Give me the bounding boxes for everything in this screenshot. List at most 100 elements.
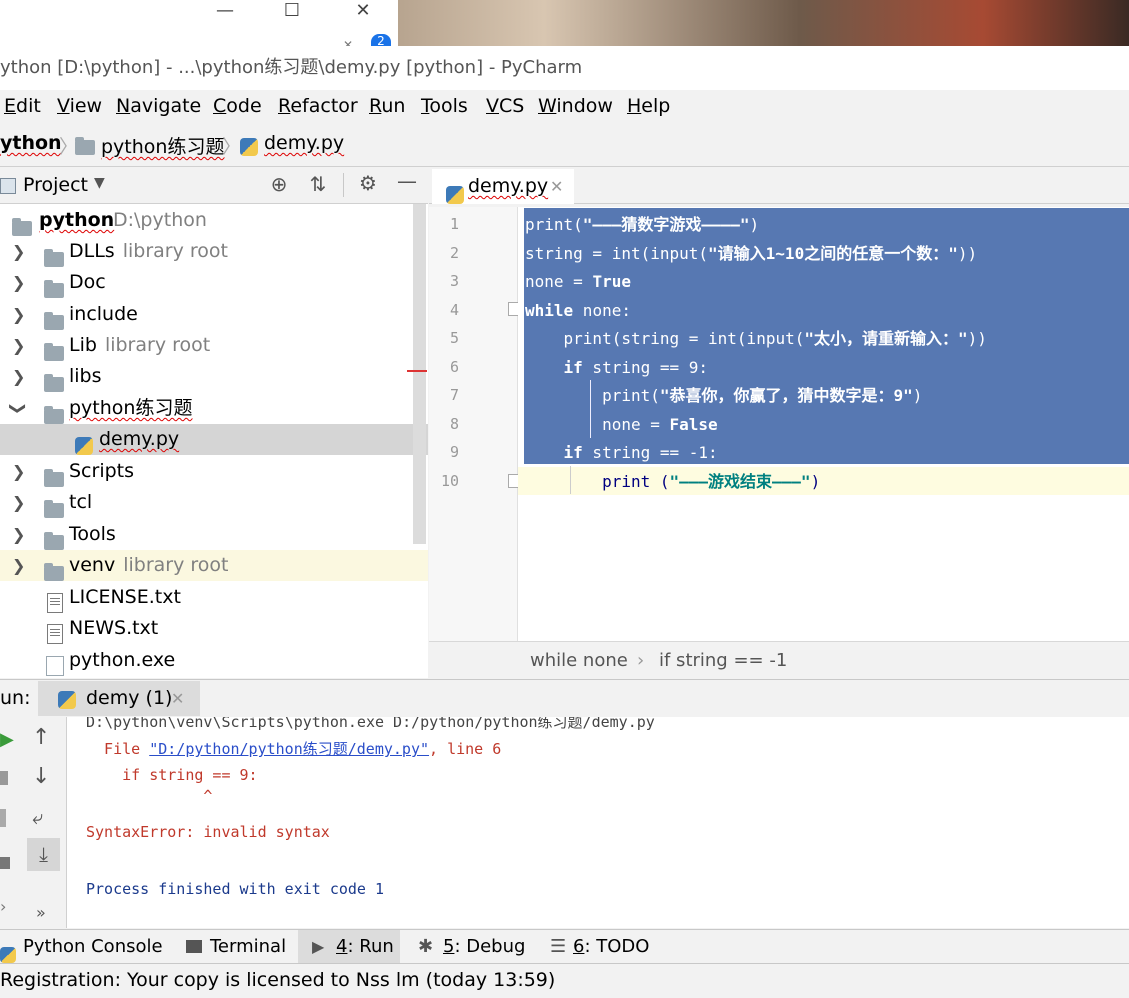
traceback-file-link[interactable]: "D:/python/python练习题/demy.py": [149, 740, 429, 758]
line-number: 4: [449, 301, 459, 319]
code-line: while none:: [525, 301, 631, 320]
menu-vcs[interactable]: VCS: [486, 95, 524, 117]
tree-item-tcl[interactable]: ❯ tcl: [0, 487, 414, 518]
editor-gutter: 1 2 3 4 5 6 7 8 9 10: [429, 207, 522, 641]
chevron-right-icon[interactable]: ❯: [12, 487, 25, 518]
minimize-icon[interactable]: —: [205, 0, 245, 21]
tree-item-label: libs: [69, 365, 102, 387]
hide-icon[interactable]: —: [392, 169, 422, 193]
tree-root[interactable]: python D:\python: [0, 205, 414, 236]
menu-help[interactable]: Help: [627, 95, 670, 117]
chevron-down-icon[interactable]: ❯: [3, 402, 34, 415]
divider: [343, 173, 344, 197]
nav-project[interactable]: ython: [0, 132, 62, 154]
tree-item-label: tcl: [69, 491, 93, 513]
close-icon[interactable]: ✕: [343, 0, 383, 21]
tree-item-libs[interactable]: ❯ libs: [0, 361, 414, 392]
maximize-icon[interactable]: ☐: [272, 0, 312, 21]
pin-icon[interactable]: ›: [0, 897, 6, 916]
indent-guide: [590, 380, 591, 438]
executable-file-icon: [46, 650, 64, 678]
editor-tab-demy[interactable]: demy.py ✕: [432, 169, 574, 204]
more-icon[interactable]: »: [36, 903, 46, 922]
project-scrollbar[interactable]: [413, 204, 426, 544]
output-caret: ^: [86, 787, 213, 805]
line-number: 2: [449, 244, 459, 262]
tree-item-tools[interactable]: ❯ Tools: [0, 519, 414, 550]
navigation-bar: ython 〉 python练习题 〉 demy.py: [0, 124, 1129, 167]
tree-item-python-exercises[interactable]: ❯ python练习题: [0, 393, 414, 424]
code-line: none = False: [525, 415, 718, 434]
chevron-down-icon[interactable]: ▼: [94, 175, 105, 191]
rerun-icon[interactable]: ▶: [0, 729, 14, 750]
stop-icon[interactable]: [0, 771, 8, 785]
tab-number: 5: [443, 936, 455, 957]
breadcrumb-item[interactable]: if string == -1: [659, 642, 787, 680]
line-number: 7: [449, 386, 459, 404]
tree-item-label: Tools: [69, 523, 116, 545]
chevron-right-icon[interactable]: ❯: [12, 267, 25, 298]
chevron-right-icon[interactable]: ❯: [12, 519, 25, 550]
project-view-selector[interactable]: Project: [23, 174, 88, 196]
menu-edit[interactable]: Edit: [4, 95, 41, 117]
tree-item-license[interactable]: LICENSE.txt: [0, 582, 414, 613]
scroll-to-end-icon[interactable]: ⤓: [27, 838, 60, 871]
tree-item-demy[interactable]: demy.py: [0, 424, 428, 455]
menu-tools[interactable]: Tools: [421, 95, 468, 117]
chevron-right-icon[interactable]: ❯: [12, 330, 25, 361]
nav-file[interactable]: demy.py: [264, 132, 344, 154]
run-tab[interactable]: demy (1) ✕: [38, 681, 200, 716]
tree-item-scripts[interactable]: ❯ Scripts: [0, 456, 414, 487]
collapse-icon[interactable]: ⇅: [303, 172, 333, 196]
menu-run[interactable]: Run: [369, 95, 405, 117]
run-icon: ▶: [312, 937, 325, 956]
chevron-right-icon[interactable]: ❯: [12, 236, 25, 267]
background-window-top: — ☐ ✕ ✕ 2: [0, 0, 398, 52]
bug-icon: ✱: [418, 936, 434, 957]
tree-item-python-exe[interactable]: python.exe: [0, 645, 414, 676]
chevron-right-icon[interactable]: ❯: [12, 550, 25, 581]
chevron-right-icon[interactable]: ❯: [12, 299, 25, 330]
breadcrumb-item[interactable]: while none: [530, 642, 628, 680]
tree-item-dlls[interactable]: ❯ DLLs library root: [0, 236, 414, 267]
menu-view[interactable]: View: [57, 95, 102, 117]
tree-item-lib[interactable]: ❯ Lib library root: [0, 330, 414, 361]
locate-icon[interactable]: ⊕: [264, 172, 294, 196]
code-line: print("———猜数字游戏————"): [525, 215, 760, 234]
run-output[interactable]: D:\python\venv\Scripts\python.exe D:/pyt…: [67, 717, 1129, 928]
close-tab-icon[interactable]: ✕: [171, 681, 184, 716]
soft-wrap-icon[interactable]: ⤶: [32, 805, 43, 829]
pause-icon[interactable]: [0, 809, 6, 827]
output-traceback: File "D:/python/python练习题/demy.py", line…: [86, 740, 502, 758]
menu-code[interactable]: Code: [213, 95, 262, 117]
run-label: un:: [0, 687, 31, 709]
tree-item-news[interactable]: NEWS.txt: [0, 613, 414, 644]
menu-window[interactable]: Window: [538, 95, 613, 117]
menu-navigate[interactable]: Navigate: [116, 95, 201, 117]
menu-refactor[interactable]: Refactor: [278, 95, 358, 117]
tree-item-doc[interactable]: ❯ Doc: [0, 267, 414, 298]
output-error: SyntaxError: invalid syntax: [86, 823, 330, 841]
gear-icon[interactable]: ⚙: [353, 171, 383, 195]
chevron-right-icon: ›: [637, 650, 645, 671]
chevron-right-icon[interactable]: ❯: [12, 361, 25, 392]
run-tab-button[interactable]: ▶ 4: Run: [298, 930, 400, 964]
layout-icon[interactable]: [0, 857, 10, 869]
editor-breadcrumb: while none › if string == -1: [429, 641, 1129, 680]
scroll-down-icon[interactable]: ↓: [32, 764, 50, 789]
tree-item-venv[interactable]: ❯ venv library root: [0, 550, 428, 581]
code-line: print("恭喜你，你赢了，猜中数字是：9"): [525, 386, 923, 405]
scroll-up-icon[interactable]: ↑: [32, 725, 50, 750]
tree-item-include[interactable]: ❯ include: [0, 299, 414, 330]
code-line: if string == -1:: [525, 443, 718, 462]
chevron-right-icon[interactable]: ❯: [12, 456, 25, 487]
desktop-wallpaper: [398, 0, 1129, 46]
output-exit: Process finished with exit code 1: [86, 880, 385, 898]
nav-folder[interactable]: python练习题: [101, 132, 224, 159]
tree-item-label: LICENSE.txt: [69, 586, 181, 608]
project-tree: python D:\python ❯ DLLs library root ❯ Do…: [0, 204, 428, 678]
tab-label: demy.py: [468, 175, 549, 197]
tree-item-label: Scripts: [69, 460, 135, 482]
close-tab-icon[interactable]: ✕: [550, 169, 563, 204]
line-number: 1: [449, 215, 459, 233]
